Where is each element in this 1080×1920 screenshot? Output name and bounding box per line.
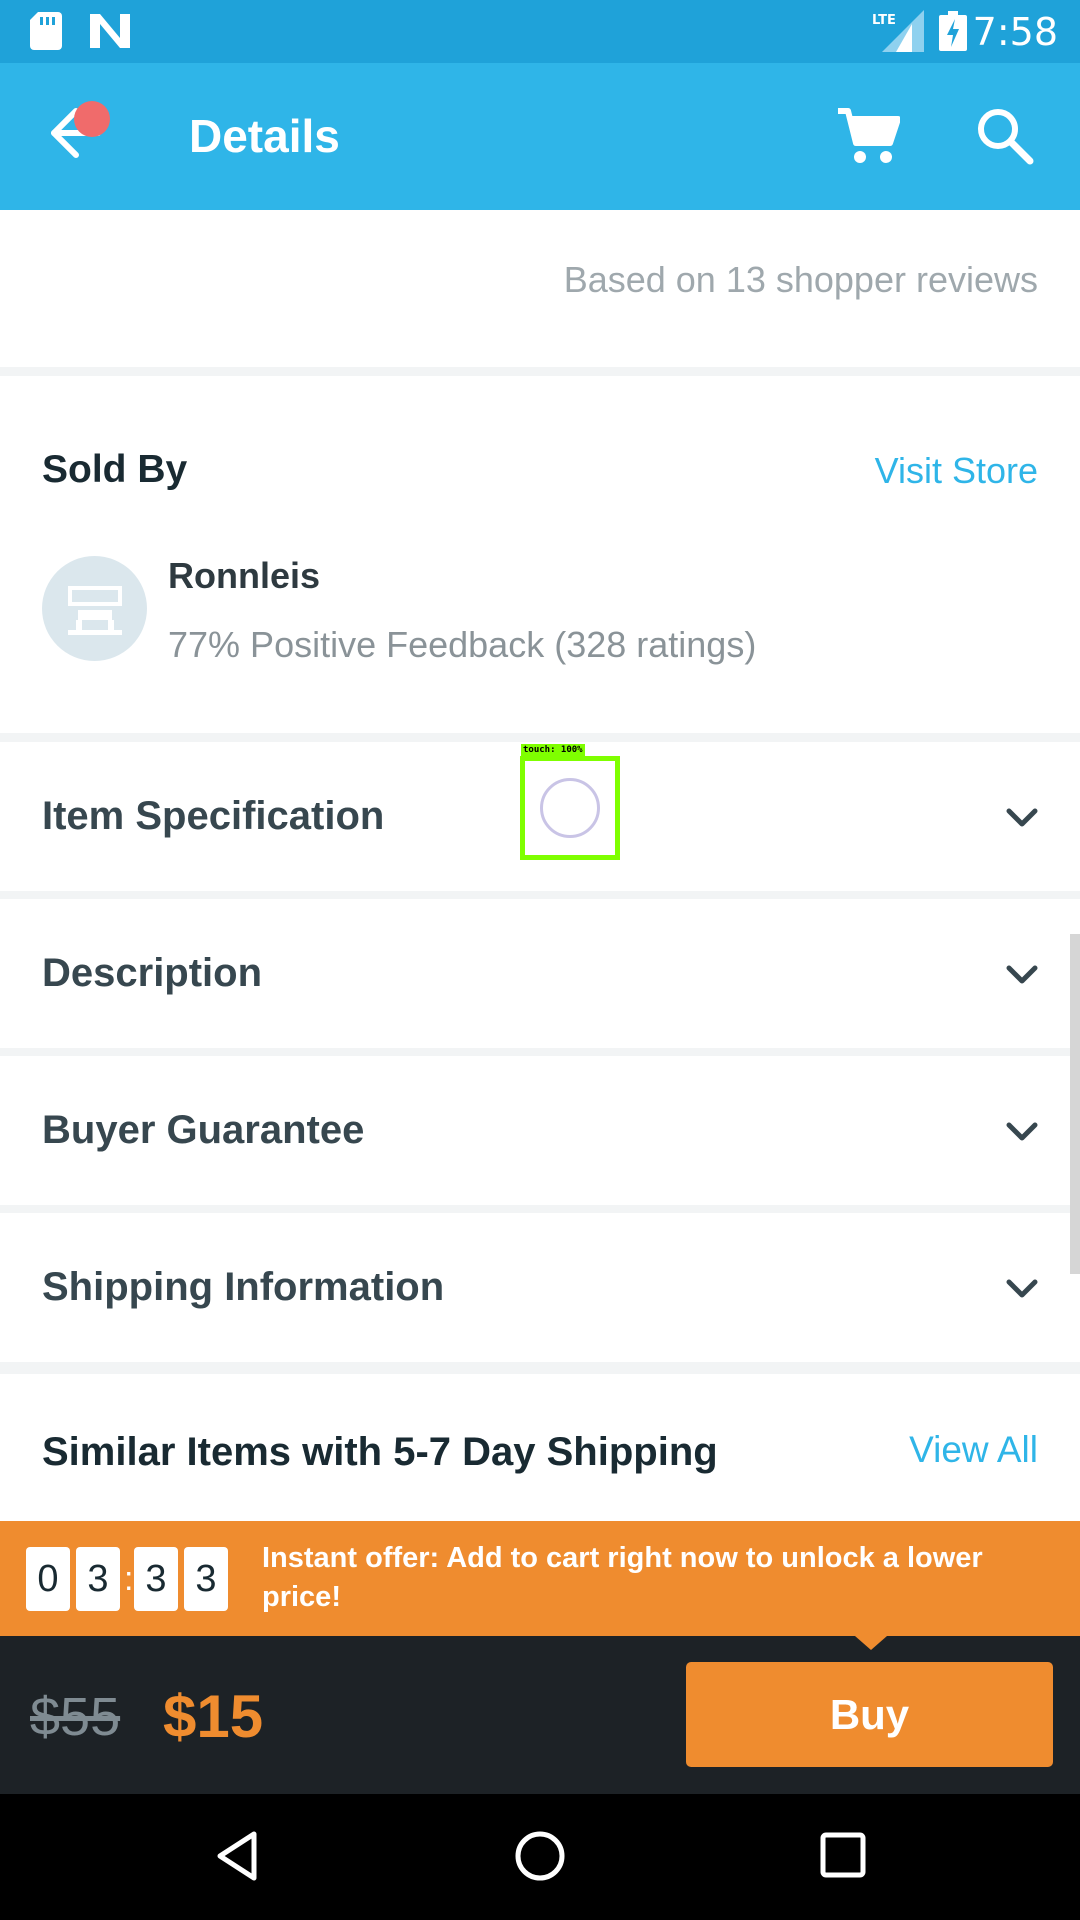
battery-charging-icon [939, 11, 967, 51]
view-all-link[interactable]: View All [909, 1429, 1038, 1471]
sale-price: $15 [163, 1683, 264, 1750]
timer-digit: 3 [134, 1547, 178, 1611]
original-price: $55 [30, 1687, 121, 1747]
status-clock: 7:58 [972, 10, 1058, 54]
accordion-label: Buyer Guarantee [42, 1108, 365, 1152]
timer-separator: : [124, 1559, 134, 1598]
svg-text:LTE: LTE [872, 13, 896, 28]
storefront-icon [68, 586, 122, 635]
store-avatar[interactable] [42, 556, 147, 661]
nav-home-icon[interactable] [514, 1830, 566, 1882]
accordion-label: Description [42, 951, 263, 995]
search-icon[interactable] [976, 107, 1034, 165]
chevron-down-icon [1006, 1279, 1038, 1298]
section-divider [0, 1048, 1080, 1056]
countdown-timer: 0 3 : 3 3 [26, 1547, 234, 1611]
visit-store-link[interactable]: Visit Store [875, 450, 1038, 492]
status-bar: LTE 7:58 [0, 0, 1080, 63]
notification-dot [74, 101, 110, 137]
similar-items-heading: Similar Items with 5-7 Day Shipping [42, 1430, 718, 1474]
touch-indicator-label: touch: 100% [521, 744, 585, 756]
section-divider [0, 367, 1080, 376]
store-name[interactable]: Ronnleis [168, 555, 320, 597]
offer-text: Instant offer: Add to cart right now to … [262, 1542, 983, 1613]
cart-icon[interactable] [836, 107, 900, 167]
nav-recents-icon[interactable] [820, 1832, 866, 1878]
chevron-down-icon [1006, 808, 1038, 827]
section-divider [0, 1362, 1080, 1374]
timer-digit: 0 [26, 1547, 70, 1611]
section-divider [0, 1205, 1080, 1213]
instant-offer-banner[interactable]: 0 3 : 3 3 Instant offer: Add to cart rig… [0, 1521, 1080, 1636]
chevron-down-icon [1006, 965, 1038, 984]
sold-by-heading: Sold By [42, 448, 188, 491]
section-divider [0, 891, 1080, 899]
timer-digit: 3 [76, 1547, 120, 1611]
timer-digit: 3 [184, 1547, 228, 1611]
buy-button[interactable]: Buy [686, 1662, 1053, 1767]
accordion-label: Shipping Information [42, 1265, 445, 1309]
n-notification-icon [90, 14, 130, 48]
section-divider [0, 733, 1080, 742]
accordion-label: Item Specification [42, 794, 385, 838]
sd-card-icon [30, 12, 62, 50]
touch-indicator-circle [540, 778, 600, 838]
lte-signal-icon: LTE [872, 10, 924, 52]
system-nav-bar [0, 1794, 1080, 1920]
store-feedback: 77% Positive Feedback (328 ratings) [168, 624, 757, 665]
chevron-down-icon [1006, 1122, 1038, 1141]
accordion-description[interactable]: Description [0, 899, 1080, 1049]
accordion-shipping-information[interactable]: Shipping Information [0, 1213, 1080, 1363]
nav-back-icon[interactable] [214, 1830, 260, 1882]
scrollbar-thumb[interactable] [1070, 934, 1080, 1274]
accordion-buyer-guarantee[interactable]: Buyer Guarantee [0, 1056, 1080, 1206]
offer-pointer [855, 1636, 887, 1650]
page-title: Details [189, 110, 340, 162]
app-bar: Details [0, 63, 1080, 210]
purchase-bar: $55 $15 Buy [0, 1636, 1080, 1794]
reviews-summary: Based on 13 shopper reviews [563, 259, 1038, 300]
